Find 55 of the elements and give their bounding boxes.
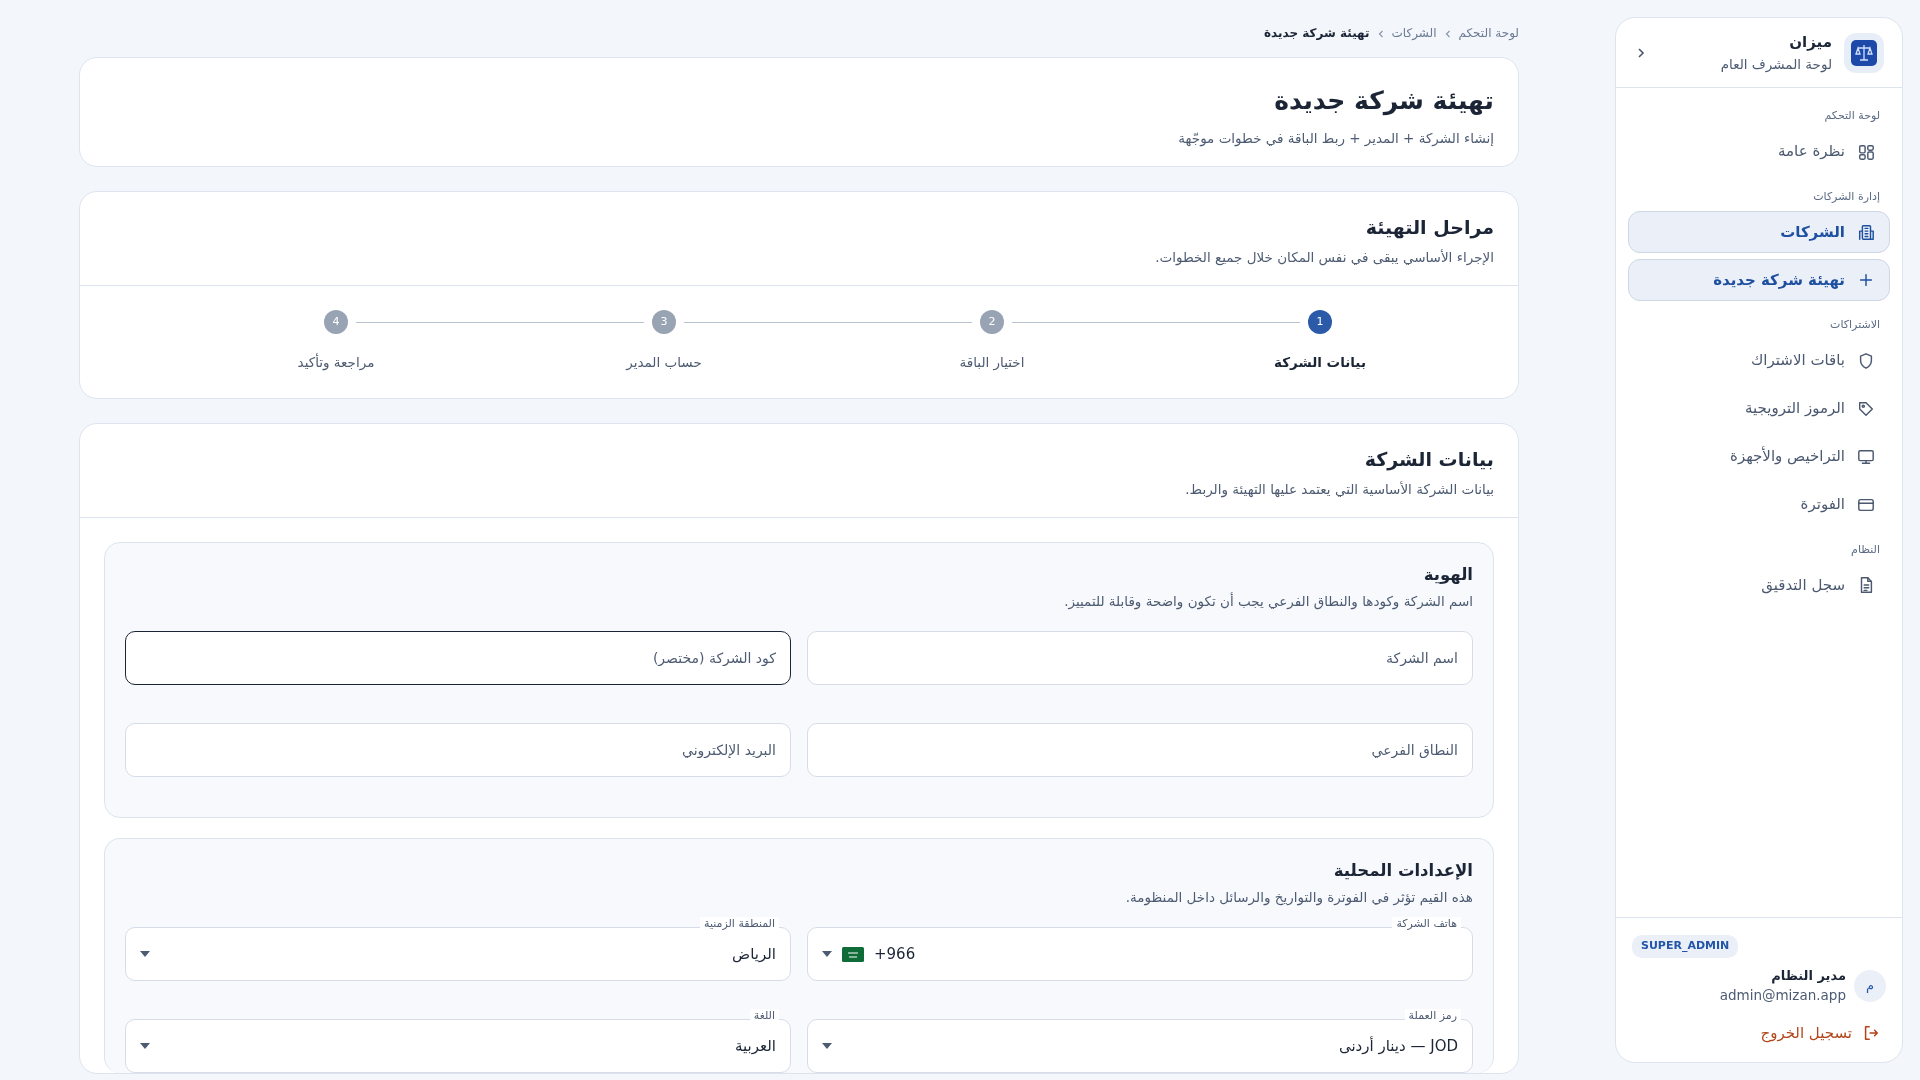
tag-icon [1857, 399, 1875, 418]
caret-icon [140, 951, 150, 958]
shield-icon [1857, 351, 1875, 370]
section-title: بيانات الشركة [1363, 448, 1494, 472]
sidebar-item[interactable]: الشركات [1628, 211, 1890, 253]
sidebar-item[interactable]: التراخيص والأجهزة [1628, 435, 1890, 478]
logout-button[interactable]: تسجيل الخروج [1754, 1021, 1886, 1044]
step-label: مراجعة وتأكيد [296, 352, 376, 373]
step-label: بيانات الشركة [1273, 353, 1367, 373]
input-field[interactable]: كود الشركة (مختصر) [125, 631, 791, 686]
nav-section-title: إدارة الشركات [1812, 188, 1881, 205]
monitor-icon [1857, 447, 1875, 466]
form-section-subtitle: هذه القيم تؤثر في الفوترة والتواريخ والرسائل داخل المنظومة. [1124, 888, 1473, 908]
brand-title: ميزان [1788, 32, 1832, 54]
section-subtitle: الإجراء الأساسي يبقى في نفس المكان خلال جميع الخطوات. [1154, 247, 1494, 268]
brand-subtitle: لوحة المشرف العام [1719, 54, 1832, 74]
caret-icon [140, 1043, 150, 1050]
logo-icon [1844, 32, 1884, 73]
breadcrumb-item[interactable]: الشركات [1391, 24, 1437, 42]
step-number[interactable]: 1 [1308, 310, 1332, 335]
user-name: مدير النظام [1770, 966, 1846, 986]
flag-icon [842, 946, 864, 962]
field-label: المنطقة الزمنية [700, 917, 779, 932]
role-badge: SUPER_ADMIN [1632, 935, 1739, 958]
breadcrumb-item[interactable]: لوحة التحكم [1458, 24, 1519, 42]
section-title: مراحل التهيئة [1364, 216, 1494, 239]
select-field[interactable]: العربية [125, 1019, 791, 1074]
sidebar-item[interactable]: سجل التدقيق [1628, 564, 1890, 606]
field-label: هاتف الشركة [1392, 917, 1461, 932]
form-section-title: الهوية [1422, 565, 1473, 586]
breadcrumb-item: تهيئة شركة جديدة [1264, 25, 1370, 42]
step-label: حساب المدير [624, 353, 703, 373]
page-title: تهيئة شركة جديدة [1273, 86, 1494, 116]
section-subtitle: بيانات الشركة الأساسية التي يعتمد عليها التهيئة والربط. [1184, 480, 1494, 500]
field-label: رمز العملة [1404, 1009, 1461, 1024]
sidebar-item[interactable]: نظرة عامة [1628, 130, 1890, 173]
nav-section-title: لوحة التحكم [1823, 108, 1881, 124]
sidebar-item[interactable]: تهيئة شركة جديدة [1628, 259, 1890, 301]
page-subtitle: إنشاء الشركة + المدير + ربط الباقة في خطوات موجّهة [1177, 129, 1494, 149]
step-label: اختيار الباقة [958, 353, 1026, 373]
sidebar-item[interactable]: باقات الاشتراك [1628, 339, 1890, 382]
sidebar-item[interactable]: الرموز الترويجية [1628, 387, 1890, 430]
user-email: admin@mizan.app [1719, 986, 1846, 1006]
caret-icon [822, 1043, 832, 1050]
form-section-subtitle: اسم الشركة وكودها والنطاق الفرعي يجب أن تكون واضحة وقابلة للتمييز. [1063, 591, 1473, 612]
logout-icon [1862, 1023, 1880, 1042]
building-icon [1857, 223, 1875, 241]
nav-section-title: النظام [1850, 541, 1881, 558]
avatar: م [1854, 969, 1886, 1002]
caret-icon [822, 951, 832, 958]
form-section-title: الإعدادات المحلية [1332, 861, 1473, 882]
nav-section-title: الاشتراكات [1829, 317, 1881, 333]
grid-icon [1857, 142, 1875, 161]
sidebar-item[interactable]: الفوترة [1628, 483, 1890, 526]
plus-icon [1857, 271, 1875, 289]
